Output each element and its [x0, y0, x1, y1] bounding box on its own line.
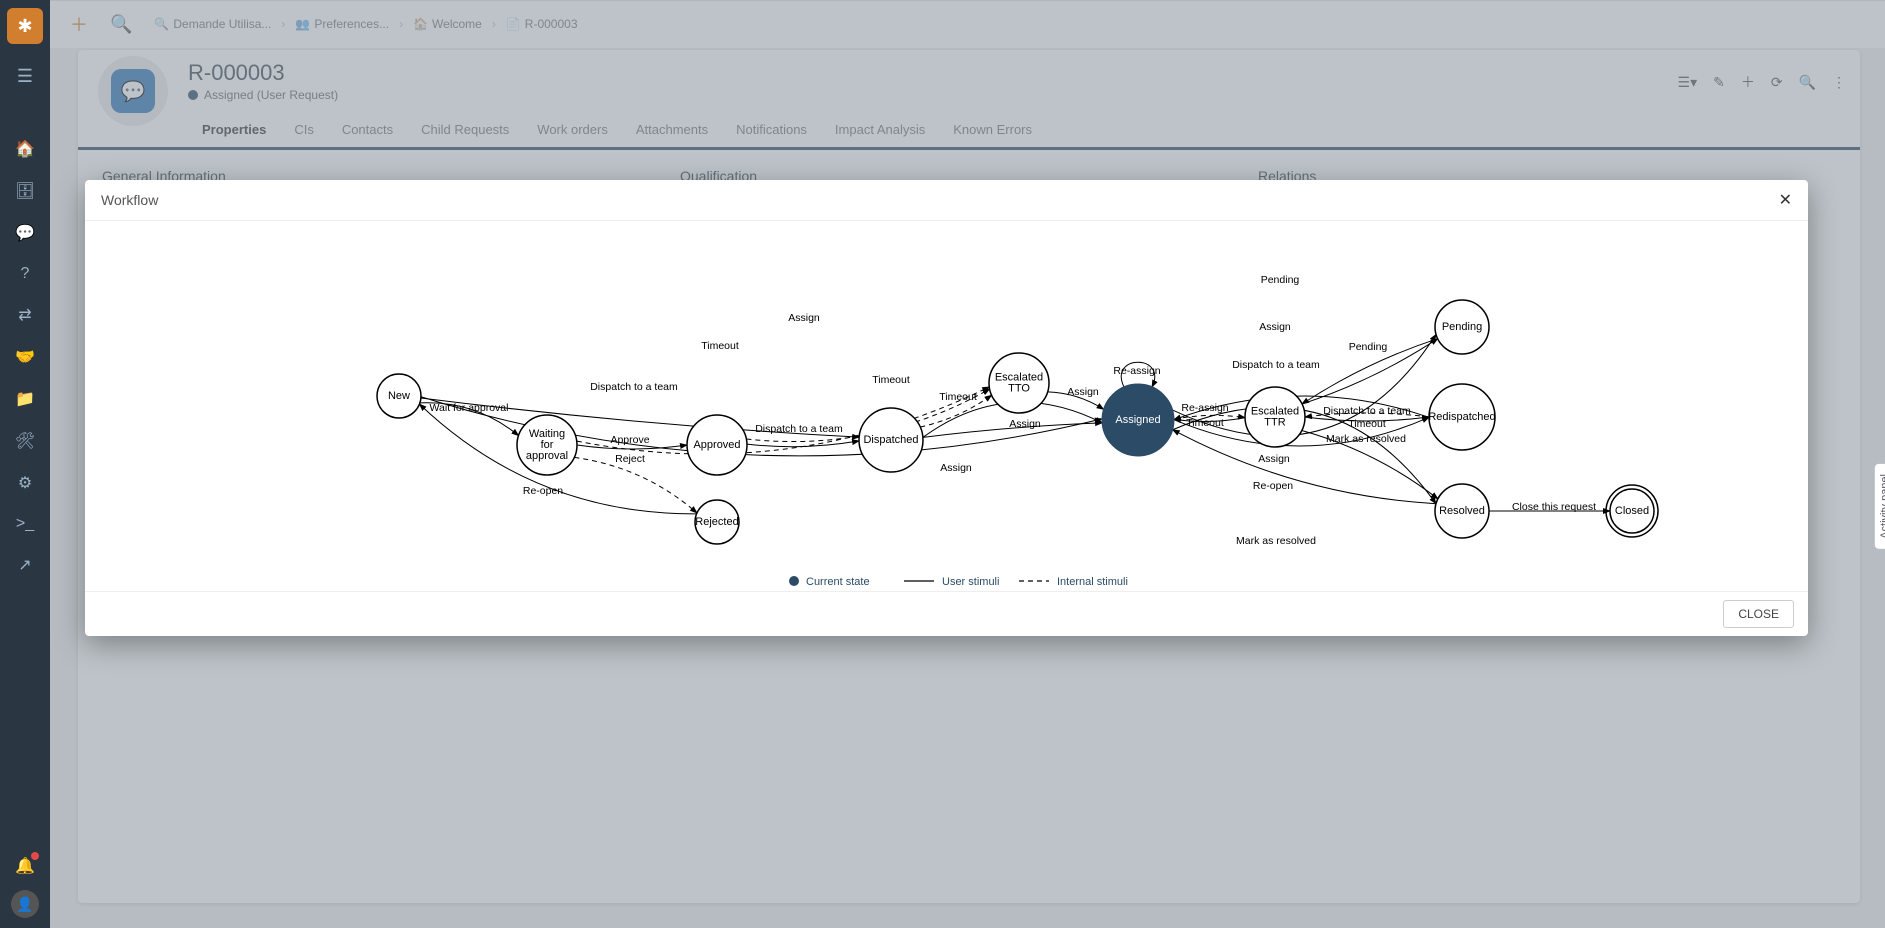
state-label: Closed: [1615, 505, 1649, 517]
workflow-diagram: AssignWait for approvalDispatch to a tea…: [85, 221, 1808, 591]
refresh-button[interactable]: ⟳: [1771, 74, 1783, 91]
breadcrumbs: 🔍Demande Utilisa...›👥Preferences...›🏠Wel…: [154, 17, 587, 31]
activity-panel-tab[interactable]: Activity panel: [1875, 464, 1885, 549]
bell-icon[interactable]: 🔔: [15, 856, 35, 876]
transition-label: Pending: [1349, 341, 1388, 353]
transition-label: Timeout: [1348, 418, 1386, 430]
search-button[interactable]: 🔍: [110, 14, 132, 35]
top-toolbar: ＋ 🔍 🔍Demande Utilisa...›👥Preferences...›…: [50, 0, 1885, 48]
state-label: approval: [526, 450, 568, 462]
record-tab[interactable]: CIs: [280, 112, 328, 147]
state-label: Resolved: [1439, 505, 1485, 517]
record-tabs: PropertiesCIsContactsChild RequestsWork …: [188, 112, 1840, 147]
state-label: TTO: [1008, 382, 1030, 394]
filter-button[interactable]: ☰▾: [1678, 74, 1698, 91]
user-avatar[interactable]: 👤: [11, 890, 39, 918]
transition-label: Assign: [1258, 453, 1290, 465]
search-in-record-button[interactable]: 🔍: [1799, 74, 1816, 91]
home-icon[interactable]: 🏠: [15, 139, 35, 159]
transition-label: Re-assign: [1181, 402, 1228, 414]
state-label: Assigned: [1115, 414, 1160, 426]
transition-label: Mark as resolved: [1326, 433, 1406, 445]
workflow-modal: Workflow ✕ AssignWait for approvalDispat…: [85, 180, 1808, 636]
breadcrumb-item[interactable]: 🏠Welcome: [413, 17, 482, 31]
transition-label: Timeout: [939, 391, 977, 403]
transition-label: Dispatch to a team: [755, 423, 843, 435]
folder-icon[interactable]: 📁: [15, 389, 35, 409]
add-button[interactable]: ＋: [70, 11, 88, 37]
status-label: Assigned: [204, 88, 253, 102]
transition-label: Assign: [1067, 386, 1099, 398]
modal-title: Workflow: [101, 192, 158, 208]
state-label: TTR: [1264, 416, 1285, 428]
record-type-icon: 💬: [98, 56, 168, 126]
data-icon[interactable]: 🗄: [15, 181, 35, 201]
record-tab[interactable]: Known Errors: [939, 112, 1046, 147]
record-tab[interactable]: Attachments: [622, 112, 722, 147]
state-label: Dispatched: [863, 434, 918, 446]
transition-label: Timeout: [701, 340, 739, 352]
breadcrumb-item[interactable]: 🔍Demande Utilisa...: [154, 17, 271, 31]
modal-close-button[interactable]: CLOSE: [1723, 600, 1794, 628]
transition-label: Re-open: [523, 485, 563, 497]
state-label: Redispatched: [1428, 411, 1495, 423]
status-dot-icon: [188, 90, 198, 100]
record-status: Assigned (User Request): [188, 88, 1840, 102]
transition-label: Dispatch to a team: [1232, 359, 1320, 371]
transition-label: Close this request: [1512, 501, 1596, 513]
state-label: Approved: [693, 439, 740, 451]
transition-label: Re-open: [1253, 480, 1293, 492]
workflow-transition: [574, 457, 697, 513]
terminal-icon[interactable]: >_: [16, 515, 34, 533]
help-icon[interactable]: ?: [21, 265, 30, 283]
record-tab[interactable]: Child Requests: [407, 112, 523, 147]
transition-label: Dispatch to a team: [590, 381, 678, 393]
status-extra: (User Request): [257, 88, 338, 102]
record-tab[interactable]: Impact Analysis: [821, 112, 939, 147]
breadcrumb-item[interactable]: 📄R-000003: [506, 17, 578, 31]
state-label: Rejected: [695, 516, 738, 528]
transition-label: Reject: [615, 453, 645, 465]
add-child-button[interactable]: ＋: [1741, 72, 1755, 92]
transition-label: Assign: [940, 462, 972, 474]
app-logo[interactable]: ✱: [7, 8, 43, 44]
handshake-icon[interactable]: 🤝: [15, 347, 35, 367]
svg-text:Internal stimuli: Internal stimuli: [1057, 576, 1128, 588]
transition-label: Assign: [1009, 418, 1041, 430]
left-rail: ✱ ☰ 🏠 🗄 💬 ? ⇄ 🤝 📁 🛠 ⚙ >_ ↗ 🔔 👤: [0, 0, 50, 928]
chat-icon[interactable]: 💬: [15, 223, 35, 243]
svg-text:Current state: Current state: [806, 576, 870, 588]
more-menu[interactable]: ⋮: [1832, 74, 1846, 91]
tools-icon[interactable]: 🛠: [15, 431, 35, 451]
transition-label: Timeout: [1186, 417, 1224, 429]
modal-close-icon[interactable]: ✕: [1779, 190, 1792, 210]
edit-button[interactable]: ✎: [1713, 74, 1725, 91]
record-toolbar: ☰▾ ✎ ＋ ⟳ 🔍 ⋮: [1662, 72, 1846, 92]
transition-label: Dispatch to a team: [1323, 405, 1411, 417]
svg-text:User stimuli: User stimuli: [942, 576, 999, 588]
transition-label: Mark as resolved: [1236, 535, 1316, 547]
share-icon[interactable]: ↗: [18, 555, 31, 575]
gear-icon[interactable]: ⚙: [18, 473, 32, 493]
record-tab[interactable]: Notifications: [722, 112, 821, 147]
record-title: R-000003: [188, 60, 1840, 86]
transition-label: Approve: [610, 434, 649, 446]
hamburger-icon[interactable]: ☰: [17, 66, 33, 87]
state-label: New: [388, 390, 410, 402]
record-tab[interactable]: Work orders: [523, 112, 622, 147]
transition-label: Assign: [1259, 321, 1291, 333]
transition-label: Timeout: [872, 374, 910, 386]
transition-label: Pending: [1261, 274, 1300, 286]
transition-label: Re-assign: [1113, 365, 1160, 377]
transfer-icon[interactable]: ⇄: [18, 305, 31, 325]
chat-bubble-icon: 💬: [111, 69, 155, 113]
transition-label: Assign: [788, 312, 820, 324]
record-tab[interactable]: Properties: [188, 112, 280, 147]
breadcrumb-item[interactable]: 👥Preferences...: [295, 17, 389, 31]
state-label: Pending: [1442, 321, 1482, 333]
record-tab[interactable]: Contacts: [328, 112, 407, 147]
